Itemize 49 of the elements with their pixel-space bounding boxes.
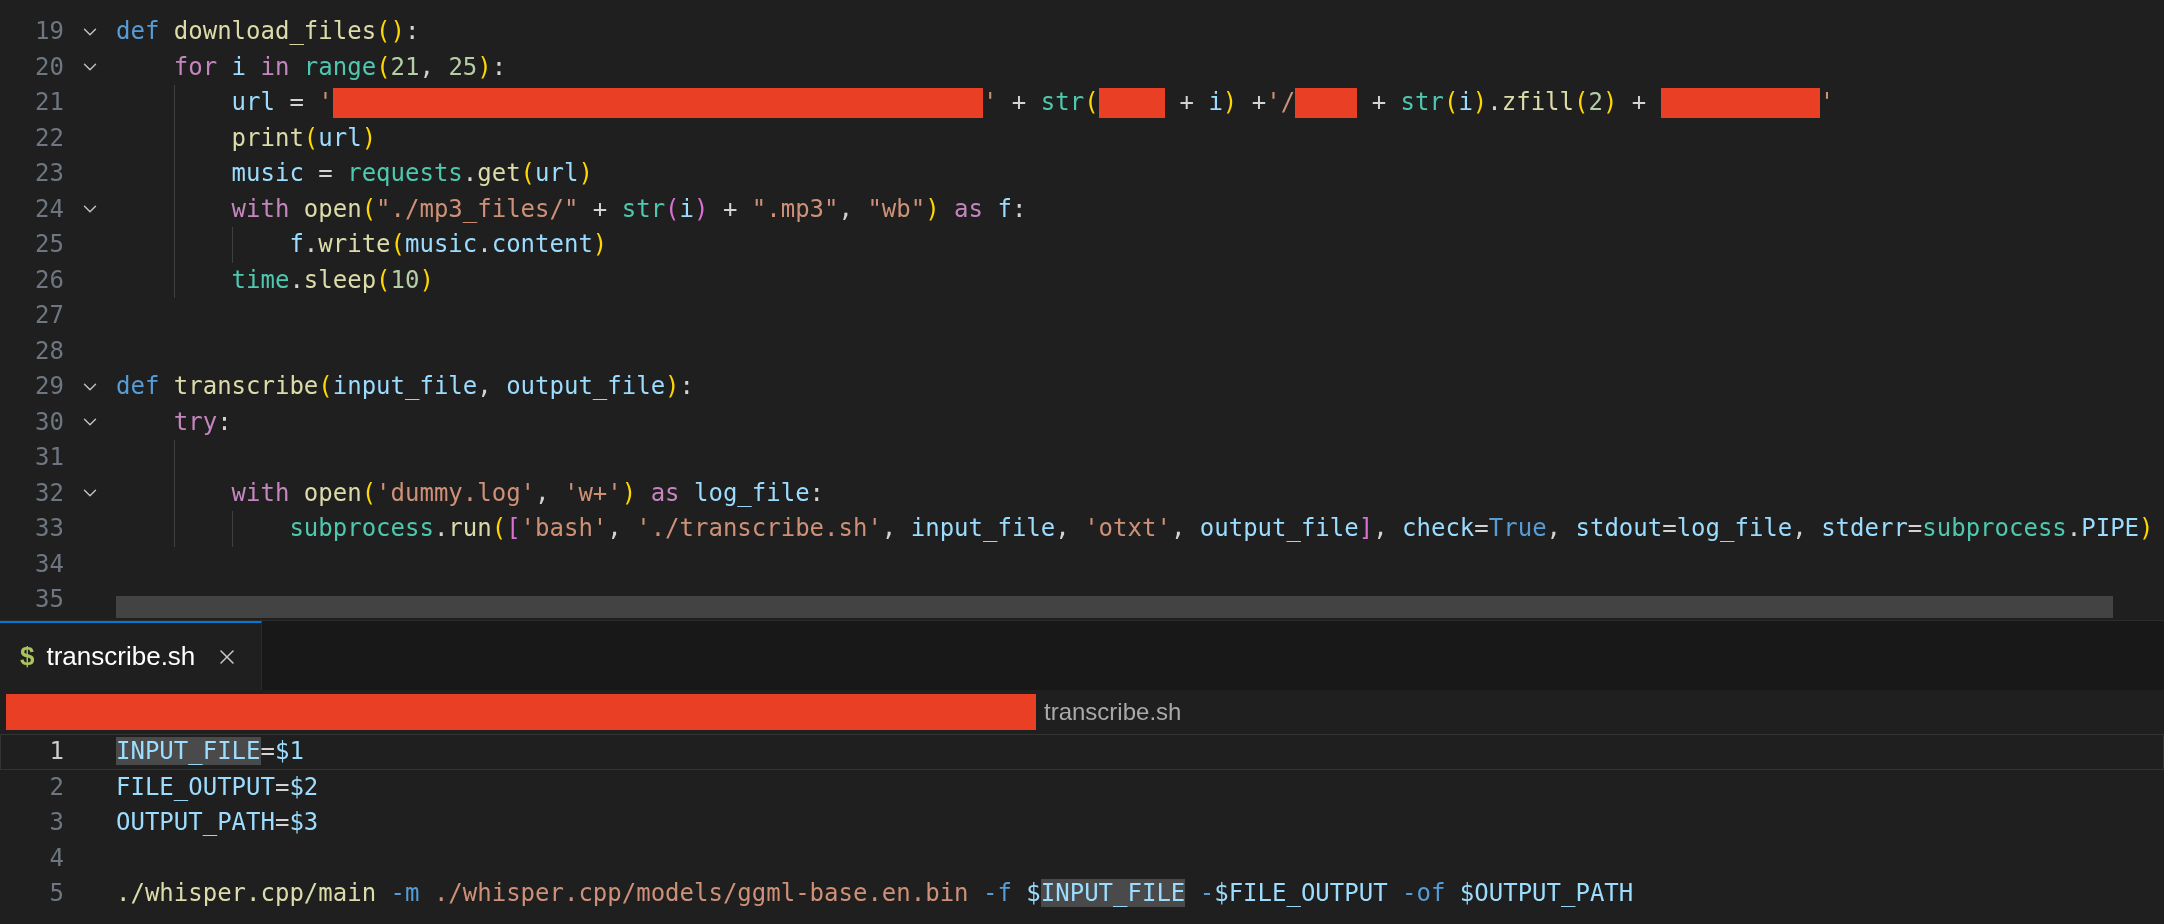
- line-number: 31: [34, 442, 64, 473]
- redaction-block: [1098, 87, 1166, 118]
- code-text: for i in range(21, 25):: [173, 51, 507, 83]
- code-text: ./whisper.cpp/main -m ./whisper.cpp/models/ggml-base.en.bin -f $INPUT_FILE -$FILE_OUTPUT -of $OUTPUT_PATH: [116, 878, 1634, 909]
- code-text: with open("./mp3_files/" + str(i) + ".mp3", "wb") as f:: [231, 193, 1027, 225]
- line-number: 5: [48, 878, 64, 909]
- code-text: FILE_OUTPUT=$2: [116, 771, 319, 803]
- code-text: f.write(music.content): [289, 229, 608, 260]
- horizontal-scrollbar[interactable]: [116, 596, 2113, 618]
- code-text: with open('dummy.log', 'w+') as log_file:: [231, 477, 825, 509]
- line-number: 1: [48, 736, 64, 767]
- line-number: 23: [34, 158, 64, 189]
- line-number: 21: [34, 87, 64, 118]
- line-number: 26: [34, 264, 64, 296]
- code-text: music = requests.get(url): [231, 158, 593, 189]
- line-number: 35: [34, 584, 64, 615]
- code-text: def download_files():: [116, 16, 420, 47]
- code-text: print(url): [231, 122, 377, 154]
- breadcrumb-item[interactable]: transcribe.sh: [1044, 694, 1182, 730]
- code-text: time.sleep(10): [231, 264, 434, 296]
- line-number: 20: [34, 51, 64, 83]
- code-text: ' + str(: [982, 87, 1099, 118]
- code-text: try:: [173, 406, 232, 438]
- line-number: 3: [48, 807, 64, 838]
- redaction-block: [1295, 87, 1358, 118]
- code-text: def transcribe(input_file, output_file):: [116, 371, 694, 402]
- code-text: url = ': [231, 87, 333, 118]
- code-text: ': [1819, 87, 1835, 118]
- line-number: 4: [48, 842, 64, 874]
- line-number: 29: [34, 371, 64, 402]
- line-number: 27: [34, 300, 64, 331]
- editor-tab[interactable]: $ transcribe.sh: [0, 621, 262, 690]
- line-number: 30: [34, 406, 64, 438]
- line-number: 2: [48, 771, 64, 803]
- code-text: OUTPUT_PATH=$3: [116, 807, 319, 838]
- line-number: 32: [34, 477, 64, 509]
- line-number: 24: [34, 193, 64, 225]
- line-number: 25: [34, 229, 64, 260]
- tab-label: transcribe.sh: [46, 640, 196, 673]
- line-number: 22: [34, 122, 64, 154]
- code-text: subprocess.run(['bash', './transcribe.sh', input_file, 'otxt', output_file], check=True, stdout=log_file, stderr=subprocess.PIPE): [289, 513, 2154, 544]
- code-text: + i) +'/: [1178, 87, 1296, 118]
- line-number: 34: [34, 548, 64, 580]
- line-number: 33: [34, 513, 64, 544]
- code-text: INPUT_FILE=$1: [116, 736, 304, 767]
- code-text: + str(i).zfill(2) +: [1370, 87, 1648, 118]
- shell-file-icon: $: [20, 637, 35, 676]
- line-number: 28: [34, 335, 64, 367]
- line-number: 19: [34, 16, 64, 47]
